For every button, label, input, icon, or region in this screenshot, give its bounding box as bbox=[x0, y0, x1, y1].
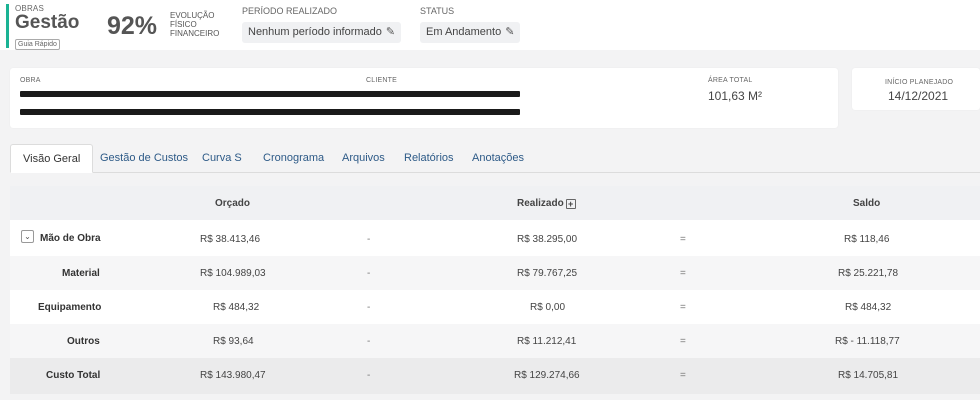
row-orcado: R$ 104.989,03 bbox=[200, 268, 266, 279]
row-orcado: R$ 93,64 bbox=[213, 336, 254, 347]
progress-label-line-2: FÍSICO bbox=[170, 20, 197, 29]
cliente-label: CLIENTE bbox=[366, 77, 397, 84]
area-label: ÁREA TOTAL bbox=[708, 77, 753, 84]
row-saldo: R$ - 11.118,77 bbox=[835, 336, 900, 347]
status-label: STATUS bbox=[420, 6, 455, 16]
table-header: Orçado Realizado + Saldo bbox=[10, 186, 980, 220]
minus-sign: - bbox=[367, 370, 371, 381]
progress-percentage: 92% bbox=[107, 12, 158, 40]
equals-sign: = bbox=[680, 302, 686, 313]
module-brand: OBRAS Gestão Guia Rápido bbox=[6, 4, 80, 50]
row-realizado: R$ 79.767,25 bbox=[517, 268, 578, 279]
status-selector[interactable]: Em Andamento ✎ bbox=[420, 22, 521, 43]
start-label: INÍCIO PLANEJADO bbox=[885, 79, 954, 86]
row-realizado: R$ 0,00 bbox=[530, 302, 566, 313]
equals-sign: = bbox=[680, 234, 686, 245]
tab-visao-geral[interactable]: Visão Geral bbox=[10, 144, 94, 173]
period-value: Nenhum período informado bbox=[248, 26, 382, 38]
minus-sign: - bbox=[367, 336, 371, 347]
quick-guide-button[interactable]: Guia Rápido bbox=[15, 39, 60, 50]
period-selector[interactable]: Nenhum período informado ✎ bbox=[242, 22, 402, 43]
project-info-card: OBRA CLIENTE ÁREA TOTAL 101,63 M² bbox=[10, 68, 838, 128]
chevron-down-icon[interactable]: ⌄ bbox=[21, 230, 34, 243]
row-label-outros: Outros bbox=[67, 336, 100, 347]
tab-anotacoes[interactable]: Anotações bbox=[460, 144, 536, 173]
row-saldo: R$ 484,32 bbox=[845, 302, 892, 313]
cost-summary-table: Orçado Realizado + Saldo ⌄ Mão de Obra R$… bbox=[10, 186, 980, 394]
row-saldo: R$ 14.705,81 bbox=[838, 370, 899, 381]
header-realizado-label: Realizado bbox=[517, 198, 564, 209]
row-orcado: R$ 143.980,47 bbox=[200, 370, 266, 381]
equals-sign: = bbox=[680, 336, 686, 347]
row-label-mao-de-obra: Mão de Obra bbox=[40, 233, 101, 244]
progress-label: EVOLUÇÃO FÍSICO FINANCEIRO bbox=[170, 11, 219, 38]
table-row bbox=[10, 220, 980, 256]
table-row bbox=[10, 290, 980, 324]
header-orcado: Orçado bbox=[215, 198, 251, 209]
row-realizado: R$ 38.295,00 bbox=[517, 234, 578, 245]
equals-sign: = bbox=[680, 370, 686, 381]
top-header: OBRAS Gestão Guia Rápido 92% EVOLUÇÃO FÍ… bbox=[0, 0, 980, 50]
redacted-obra-line-1 bbox=[20, 91, 520, 97]
header-realizado: Realizado + bbox=[517, 198, 576, 209]
area-value: 101,63 M² bbox=[708, 89, 763, 103]
minus-sign: - bbox=[367, 268, 371, 279]
tab-cronograma[interactable]: Cronograma bbox=[251, 144, 336, 173]
row-saldo: R$ 118,46 bbox=[844, 234, 890, 245]
progress-label-line-3: FINANCEIRO bbox=[170, 29, 220, 38]
progress-label-line-1: EVOLUÇÃO bbox=[170, 11, 215, 20]
minus-sign: - bbox=[367, 234, 371, 245]
plus-box-icon[interactable]: + bbox=[565, 199, 576, 209]
table-row bbox=[10, 256, 980, 290]
period-label: PERÍODO REALIZADO bbox=[242, 6, 338, 16]
tab-gestao-de-custos[interactable]: Gestão de Custos bbox=[88, 144, 200, 173]
equals-sign: = bbox=[680, 268, 686, 279]
row-saldo: R$ 25.221,78 bbox=[838, 268, 899, 279]
row-orcado: R$ 484,32 bbox=[213, 302, 260, 313]
minus-sign: - bbox=[367, 302, 371, 313]
row-realizado: R$ 129.274,66 bbox=[514, 370, 580, 381]
edit-icon[interactable]: ✎ bbox=[505, 22, 514, 43]
start-value: 14/12/2021 bbox=[888, 89, 949, 103]
row-label-material: Material bbox=[62, 268, 100, 279]
header-saldo: Saldo bbox=[853, 198, 881, 209]
tab-arquivos[interactable]: Arquivos bbox=[330, 144, 397, 173]
module-title: Gestão bbox=[15, 12, 80, 33]
status-value: Em Andamento bbox=[426, 26, 502, 38]
row-orcado: R$ 38.413,46 bbox=[200, 234, 261, 245]
tab-curva-s[interactable]: Curva S bbox=[190, 144, 254, 173]
tab-bar: Visão Geral Gestão de Custos Curva S Cro… bbox=[10, 144, 980, 173]
redacted-obra-line-2 bbox=[20, 109, 520, 115]
row-label-custo-total: Custo Total bbox=[46, 370, 101, 381]
table-total-row bbox=[10, 358, 980, 394]
obra-label: OBRA bbox=[20, 77, 41, 84]
edit-icon[interactable]: ✎ bbox=[386, 22, 395, 43]
row-realizado: R$ 11.212,41 bbox=[517, 336, 577, 347]
start-date-card: INÍCIO PLANEJADO 14/12/2021 bbox=[852, 68, 980, 110]
tab-relatorios[interactable]: Relatórios bbox=[392, 144, 466, 173]
row-label-equipamento: Equipamento bbox=[38, 302, 102, 313]
